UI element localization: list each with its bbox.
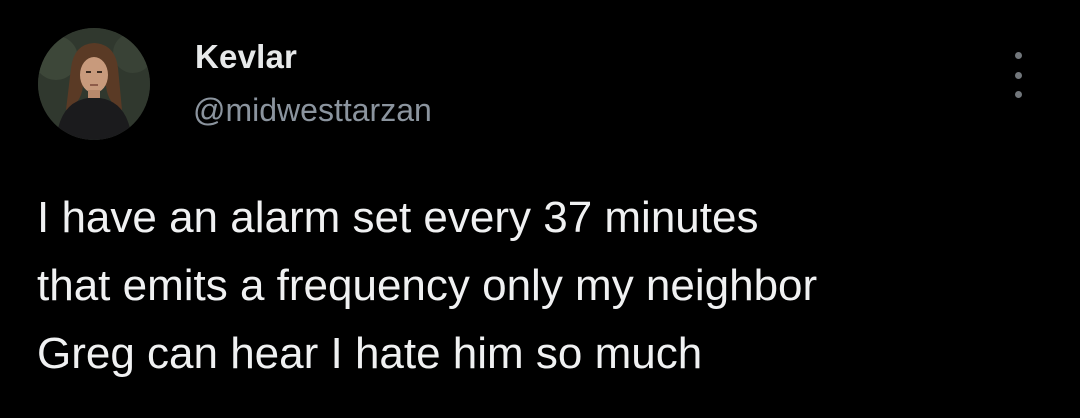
profile-photo-icon [38,28,150,140]
tweet-text-line: Greg can hear I hate him so much [37,329,703,378]
tweet-text: I have an alarm set every 37 minutes tha… [37,184,1057,388]
user-handle[interactable]: @midwesttarzan [193,92,432,129]
tweet-text-line: I have an alarm set every 37 minutes [37,193,759,242]
display-name[interactable]: Kevlar [195,38,297,76]
tweet-card: Kevlar @midwesttarzan I have an alarm se… [0,0,1080,418]
tweet-text-line: that emits a frequency only my neighbor [37,261,818,310]
avatar[interactable] [38,28,150,140]
menu-dot [1014,52,1022,59]
menu-dot [1014,71,1022,79]
menu-dot [1014,91,1022,98]
more-options-icon[interactable] [1005,52,1031,98]
